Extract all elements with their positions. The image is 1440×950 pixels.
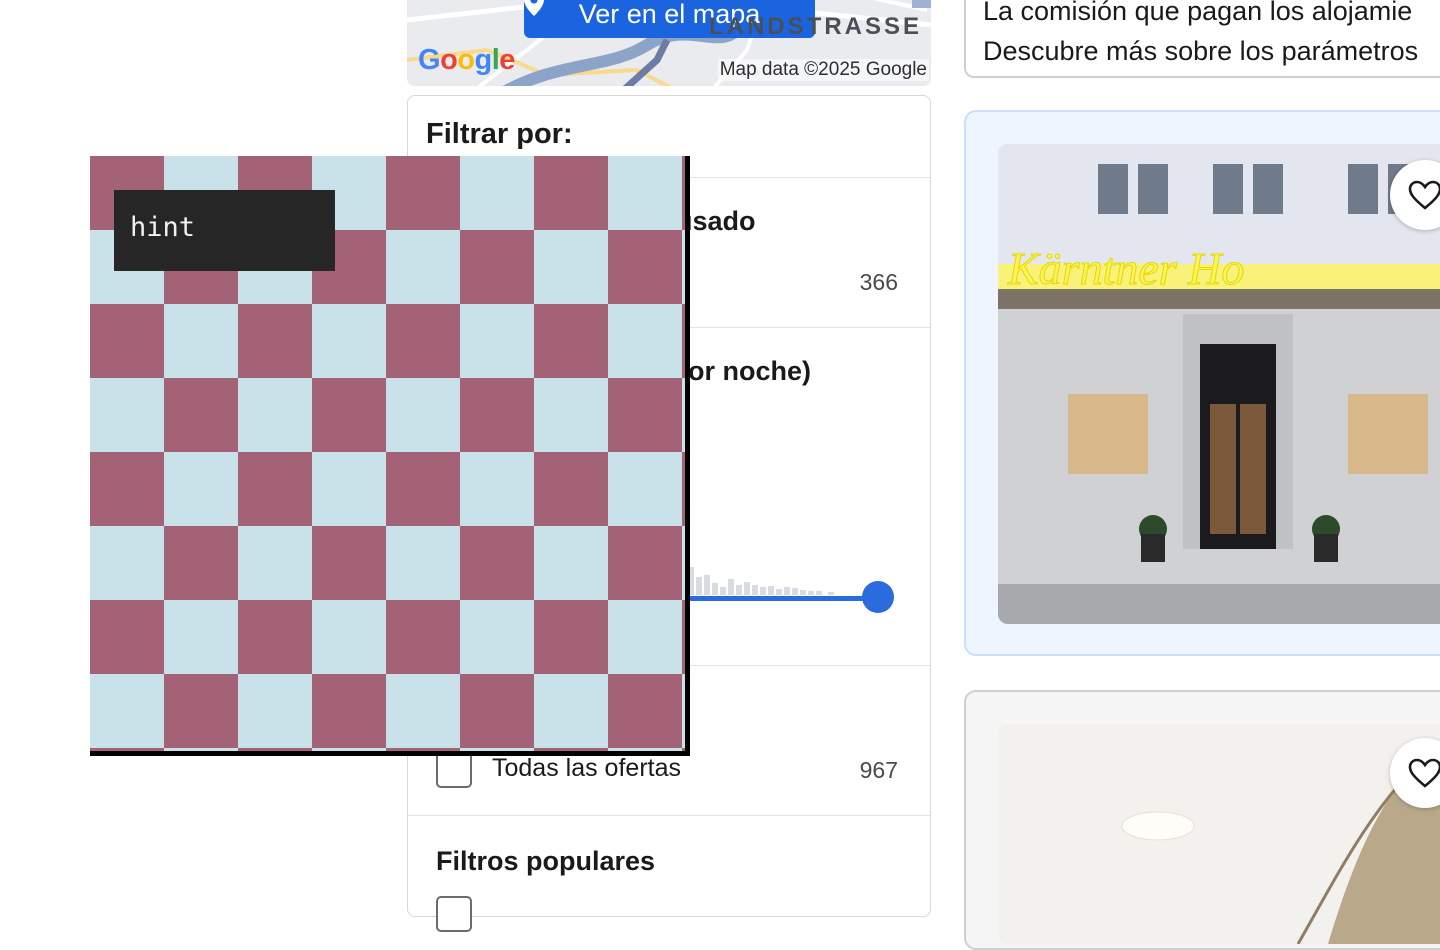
map-preview[interactable]: Ver en el mapa LANDSTRASSE Google Map da… [407, 0, 931, 86]
hotel-room-image [998, 724, 1440, 944]
all-offers-count: 967 [859, 757, 898, 783]
commission-info-line: La comisión que pagan los alojamie [983, 0, 1413, 26]
hotel-photo[interactable]: Kärntner Ho [998, 144, 1440, 624]
heart-icon [1408, 180, 1440, 210]
popular-filter-checkbox[interactable] [436, 896, 472, 932]
filter-title: Filtrar por: [426, 118, 573, 150]
hotel-card[interactable] [964, 690, 1440, 950]
hotel-card[interactable]: Kärntner Ho [964, 110, 1440, 656]
filter-count: 366 [859, 269, 898, 295]
all-offers-checkbox[interactable] [436, 752, 472, 788]
all-offers-label: Todas las ofertas [492, 754, 681, 782]
heart-icon [1408, 758, 1440, 788]
price-slider-max-handle[interactable] [862, 581, 894, 613]
price-histogram [688, 567, 834, 595]
hint-label: hint [114, 190, 335, 271]
divider [408, 815, 930, 816]
hotel-sign-text: Kärntner Ho [1007, 243, 1244, 294]
price-slider-track[interactable] [688, 596, 878, 601]
hotel-facade-image: Kärntner Ho [998, 144, 1440, 624]
map-pin-icon [524, 0, 544, 16]
popular-filters-heading: Filtros populares [436, 846, 656, 876]
hotel-photo[interactable] [998, 724, 1440, 944]
google-logo[interactable]: Google [418, 44, 515, 77]
commission-link-line[interactable]: Descubre más sobre los parámetros [983, 36, 1418, 67]
map-attribution: Map data ©2025 Google [717, 59, 929, 81]
map-street-label: LANDSTRASSE [709, 13, 923, 40]
commission-info-card: La comisión que pagan los alojamie Descu… [964, 0, 1440, 78]
price-heading-partial: or noche) [688, 356, 812, 386]
